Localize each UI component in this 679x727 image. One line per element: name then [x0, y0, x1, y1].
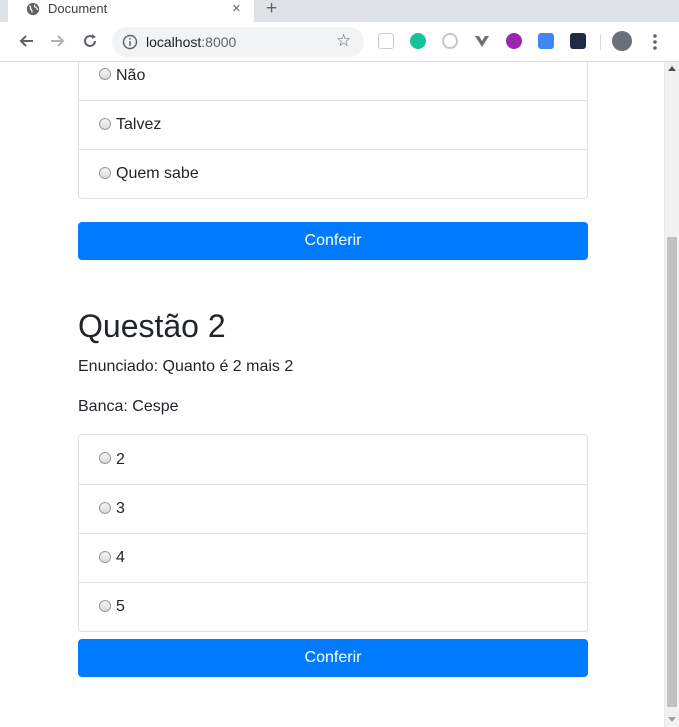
google-translate-icon[interactable]: [538, 33, 554, 49]
option-label: Não: [116, 66, 146, 84]
radio-button[interactable]: [99, 117, 111, 130]
radio-button[interactable]: [99, 68, 111, 80]
circle-extension-icon[interactable]: [442, 33, 458, 49]
question2-option[interactable]: 2: [79, 435, 587, 484]
back-arrow-icon[interactable]: [15, 30, 37, 52]
radio-button[interactable]: [99, 166, 111, 179]
radio-button[interactable]: [99, 452, 111, 464]
star-outline-icon[interactable]: ☆: [336, 31, 351, 51]
url-text: localhost:8000: [146, 34, 236, 50]
vue-devtools-icon[interactable]: [474, 33, 490, 49]
new-tab-icon[interactable]: +: [266, 0, 277, 20]
question2-title: Questão 2: [78, 308, 226, 344]
option-label: 4: [116, 549, 125, 566]
question1-check-button[interactable]: Conferir: [78, 222, 588, 260]
close-tab-icon[interactable]: ×: [232, 0, 241, 17]
page-scrollbar[interactable]: [664, 62, 679, 727]
scroll-down-arrow-icon[interactable]: [668, 717, 676, 722]
question2-option[interactable]: 4: [79, 533, 587, 582]
menu-dots-icon[interactable]: [648, 32, 662, 52]
option-label: 5: [116, 598, 125, 615]
address-bar[interactable]: localhost:8000 ☆: [112, 27, 364, 57]
question2-bank: Banca: Cespe: [78, 398, 179, 415]
browser-toolbar: localhost:8000 ☆: [0, 22, 679, 62]
radio-button[interactable]: [99, 550, 111, 563]
purple-extension-icon[interactable]: [506, 33, 522, 49]
info-icon[interactable]: [122, 34, 138, 50]
question2-check-button[interactable]: Conferir: [78, 639, 588, 677]
grid-extension-icon[interactable]: [378, 33, 394, 49]
question1-option[interactable]: Talvez: [79, 100, 587, 149]
globe-icon: [26, 2, 40, 16]
radio-button[interactable]: [99, 501, 111, 514]
question2-option[interactable]: 5: [79, 582, 587, 631]
forward-arrow-icon[interactable]: [47, 30, 69, 52]
option-label: Quem sabe: [116, 165, 199, 182]
page-viewport: Não Talvez Quem sabe Conferir Questão 2 …: [0, 62, 679, 727]
url-port: :8000: [201, 34, 237, 50]
profile-avatar[interactable]: [612, 31, 632, 51]
question1-option[interactable]: Não: [79, 62, 587, 100]
option-label: 2: [116, 450, 125, 468]
question1-option[interactable]: Quem sabe: [79, 149, 587, 198]
question2-options-list: 2 3 4 5: [78, 434, 588, 632]
grammarly-icon[interactable]: [410, 33, 426, 49]
film-extension-icon[interactable]: [570, 33, 586, 49]
browser-tab-strip: Document × +: [0, 0, 679, 22]
question2-option[interactable]: 3: [79, 484, 587, 533]
tab-title: Document: [48, 1, 108, 16]
toolbar-separator: [600, 34, 601, 50]
scrollbar-thumb[interactable]: [667, 237, 677, 707]
option-label: 3: [116, 500, 125, 517]
url-host: localhost: [146, 34, 202, 50]
radio-button[interactable]: [99, 599, 111, 612]
browser-tab[interactable]: Document ×: [8, 0, 254, 22]
option-label: Talvez: [116, 116, 162, 133]
question1-options-list: Não Talvez Quem sabe: [78, 62, 588, 199]
question2-statement: Enunciado: Quanto é 2 mais 2: [78, 358, 294, 375]
scroll-up-arrow-icon[interactable]: [668, 66, 676, 71]
reload-icon[interactable]: [79, 30, 101, 52]
